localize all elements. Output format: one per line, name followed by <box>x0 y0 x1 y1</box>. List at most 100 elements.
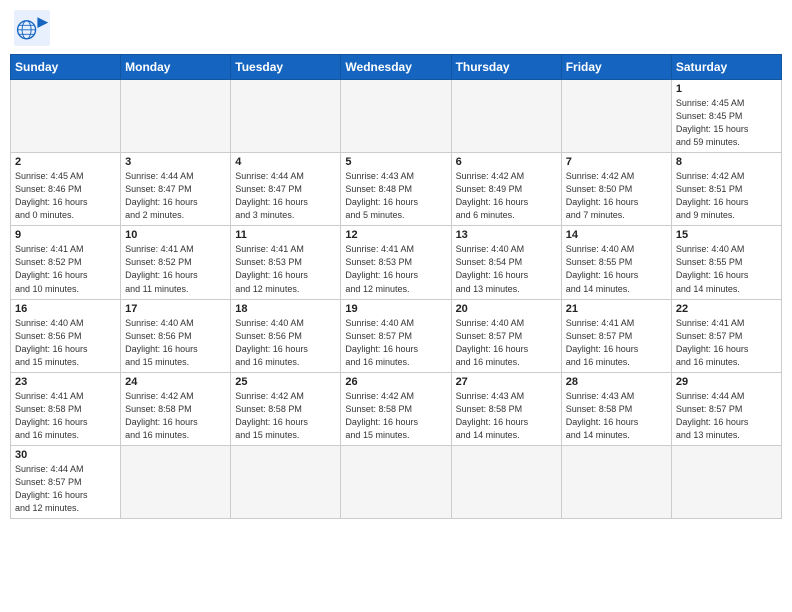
calendar-day-cell: 4 Sunrise: 4:44 AM Sunset: 8:47 PM Daylig… <box>231 153 341 226</box>
calendar-day-cell: 30 Sunrise: 4:44 AM Sunset: 8:57 PM Dayli… <box>11 445 121 518</box>
day-number: 8 <box>676 156 777 168</box>
day-number: 13 <box>456 229 557 241</box>
calendar-day-cell <box>121 445 231 518</box>
calendar-day-cell: 1Sunrise: 4:45 AM Sunset: 8:45 PM Daylig… <box>671 80 781 153</box>
day-number: 19 <box>345 303 446 315</box>
day-info: Sunrise: 4:43 AM Sunset: 8:58 PM Dayligh… <box>456 390 557 442</box>
calendar-day-cell <box>121 80 231 153</box>
day-number: 21 <box>566 303 667 315</box>
day-number: 27 <box>456 376 557 388</box>
day-number: 15 <box>676 229 777 241</box>
calendar-day-cell <box>451 80 561 153</box>
calendar-day-cell: 19 Sunrise: 4:40 AM Sunset: 8:57 PM Dayli… <box>341 299 451 372</box>
col-saturday: Saturday <box>671 55 781 80</box>
calendar-day-cell: 5 Sunrise: 4:43 AM Sunset: 8:48 PM Daylig… <box>341 153 451 226</box>
day-info: Sunrise: 4:41 AM Sunset: 8:57 PM Dayligh… <box>566 317 667 369</box>
calendar-week-1: 1Sunrise: 4:45 AM Sunset: 8:45 PM Daylig… <box>11 80 782 153</box>
calendar-day-cell <box>231 445 341 518</box>
day-info: Sunrise: 4:40 AM Sunset: 8:57 PM Dayligh… <box>345 317 446 369</box>
day-info: Sunrise: 4:40 AM Sunset: 8:56 PM Dayligh… <box>125 317 226 369</box>
calendar-day-cell: 12Sunrise: 4:41 AM Sunset: 8:53 PM Dayli… <box>341 226 451 299</box>
generalblue-logo-icon <box>14 10 50 46</box>
day-number: 5 <box>345 156 446 168</box>
day-info: Sunrise: 4:41 AM Sunset: 8:53 PM Dayligh… <box>235 243 336 295</box>
day-info: Sunrise: 4:40 AM Sunset: 8:54 PM Dayligh… <box>456 243 557 295</box>
day-number: 2 <box>15 156 116 168</box>
day-number: 4 <box>235 156 336 168</box>
day-info: Sunrise: 4:41 AM Sunset: 8:57 PM Dayligh… <box>676 317 777 369</box>
day-number: 24 <box>125 376 226 388</box>
day-info: Sunrise: 4:44 AM Sunset: 8:57 PM Dayligh… <box>676 390 777 442</box>
calendar-day-cell: 24 Sunrise: 4:42 AM Sunset: 8:58 PM Dayli… <box>121 372 231 445</box>
calendar-day-cell: 26Sunrise: 4:42 AM Sunset: 8:58 PM Dayli… <box>341 372 451 445</box>
day-info: Sunrise: 4:40 AM Sunset: 8:56 PM Dayligh… <box>15 317 116 369</box>
calendar-day-cell: 11 Sunrise: 4:41 AM Sunset: 8:53 PM Dayli… <box>231 226 341 299</box>
col-friday: Friday <box>561 55 671 80</box>
day-info: Sunrise: 4:41 AM Sunset: 8:52 PM Dayligh… <box>15 243 116 295</box>
day-info: Sunrise: 4:45 AM Sunset: 8:46 PM Dayligh… <box>15 170 116 222</box>
calendar-day-cell: 10 Sunrise: 4:41 AM Sunset: 8:52 PM Dayli… <box>121 226 231 299</box>
calendar-header-row: Sunday Monday Tuesday Wednesday Thursday… <box>11 55 782 80</box>
day-info: Sunrise: 4:44 AM Sunset: 8:57 PM Dayligh… <box>15 463 116 515</box>
day-info: Sunrise: 4:40 AM Sunset: 8:55 PM Dayligh… <box>566 243 667 295</box>
day-info: Sunrise: 4:40 AM Sunset: 8:55 PM Dayligh… <box>676 243 777 295</box>
day-number: 3 <box>125 156 226 168</box>
day-info: Sunrise: 4:41 AM Sunset: 8:58 PM Dayligh… <box>15 390 116 442</box>
calendar-day-cell <box>341 445 451 518</box>
col-sunday: Sunday <box>11 55 121 80</box>
calendar-week-3: 9Sunrise: 4:41 AM Sunset: 8:52 PM Daylig… <box>11 226 782 299</box>
calendar-day-cell <box>231 80 341 153</box>
calendar-day-cell: 21 Sunrise: 4:41 AM Sunset: 8:57 PM Dayli… <box>561 299 671 372</box>
calendar-day-cell: 15 Sunrise: 4:40 AM Sunset: 8:55 PM Dayli… <box>671 226 781 299</box>
calendar-day-cell <box>341 80 451 153</box>
calendar-day-cell: 16 Sunrise: 4:40 AM Sunset: 8:56 PM Dayli… <box>11 299 121 372</box>
calendar-week-5: 23 Sunrise: 4:41 AM Sunset: 8:58 PM Dayli… <box>11 372 782 445</box>
day-info: Sunrise: 4:42 AM Sunset: 8:51 PM Dayligh… <box>676 170 777 222</box>
day-info: Sunrise: 4:42 AM Sunset: 8:58 PM Dayligh… <box>125 390 226 442</box>
calendar-day-cell: 18Sunrise: 4:40 AM Sunset: 8:56 PM Dayli… <box>231 299 341 372</box>
calendar-table: Sunday Monday Tuesday Wednesday Thursday… <box>10 54 782 519</box>
day-info: Sunrise: 4:42 AM Sunset: 8:49 PM Dayligh… <box>456 170 557 222</box>
calendar-day-cell: 29 Sunrise: 4:44 AM Sunset: 8:57 PM Dayli… <box>671 372 781 445</box>
day-info: Sunrise: 4:42 AM Sunset: 8:50 PM Dayligh… <box>566 170 667 222</box>
calendar-day-cell <box>671 445 781 518</box>
day-info: Sunrise: 4:42 AM Sunset: 8:58 PM Dayligh… <box>345 390 446 442</box>
day-number: 23 <box>15 376 116 388</box>
day-number: 29 <box>676 376 777 388</box>
day-info: Sunrise: 4:41 AM Sunset: 8:52 PM Dayligh… <box>125 243 226 295</box>
calendar-day-cell: 14 Sunrise: 4:40 AM Sunset: 8:55 PM Dayli… <box>561 226 671 299</box>
calendar-day-cell: 3Sunrise: 4:44 AM Sunset: 8:47 PM Daylig… <box>121 153 231 226</box>
day-number: 30 <box>15 449 116 461</box>
calendar-day-cell <box>561 80 671 153</box>
calendar-day-cell <box>11 80 121 153</box>
day-info: Sunrise: 4:44 AM Sunset: 8:47 PM Dayligh… <box>235 170 336 222</box>
calendar-day-cell: 25Sunrise: 4:42 AM Sunset: 8:58 PM Dayli… <box>231 372 341 445</box>
day-number: 18 <box>235 303 336 315</box>
calendar-day-cell: 7 Sunrise: 4:42 AM Sunset: 8:50 PM Daylig… <box>561 153 671 226</box>
calendar-day-cell: 17Sunrise: 4:40 AM Sunset: 8:56 PM Dayli… <box>121 299 231 372</box>
day-info: Sunrise: 4:43 AM Sunset: 8:48 PM Dayligh… <box>345 170 446 222</box>
page-header <box>10 10 782 46</box>
col-wednesday: Wednesday <box>341 55 451 80</box>
day-number: 20 <box>456 303 557 315</box>
calendar-day-cell: 2 Sunrise: 4:45 AM Sunset: 8:46 PM Daylig… <box>11 153 121 226</box>
day-number: 16 <box>15 303 116 315</box>
calendar-day-cell <box>561 445 671 518</box>
day-number: 28 <box>566 376 667 388</box>
calendar-day-cell: 27 Sunrise: 4:43 AM Sunset: 8:58 PM Dayli… <box>451 372 561 445</box>
calendar-day-cell: 20Sunrise: 4:40 AM Sunset: 8:57 PM Dayli… <box>451 299 561 372</box>
col-tuesday: Tuesday <box>231 55 341 80</box>
day-number: 10 <box>125 229 226 241</box>
day-number: 14 <box>566 229 667 241</box>
day-info: Sunrise: 4:43 AM Sunset: 8:58 PM Dayligh… <box>566 390 667 442</box>
day-info: Sunrise: 4:41 AM Sunset: 8:53 PM Dayligh… <box>345 243 446 295</box>
col-monday: Monday <box>121 55 231 80</box>
calendar-day-cell: 13 Sunrise: 4:40 AM Sunset: 8:54 PM Dayli… <box>451 226 561 299</box>
day-number: 7 <box>566 156 667 168</box>
logo <box>14 10 54 46</box>
day-number: 22 <box>676 303 777 315</box>
day-number: 11 <box>235 229 336 241</box>
calendar-day-cell: 8 Sunrise: 4:42 AM Sunset: 8:51 PM Daylig… <box>671 153 781 226</box>
day-number: 25 <box>235 376 336 388</box>
calendar-day-cell: 23 Sunrise: 4:41 AM Sunset: 8:58 PM Dayli… <box>11 372 121 445</box>
